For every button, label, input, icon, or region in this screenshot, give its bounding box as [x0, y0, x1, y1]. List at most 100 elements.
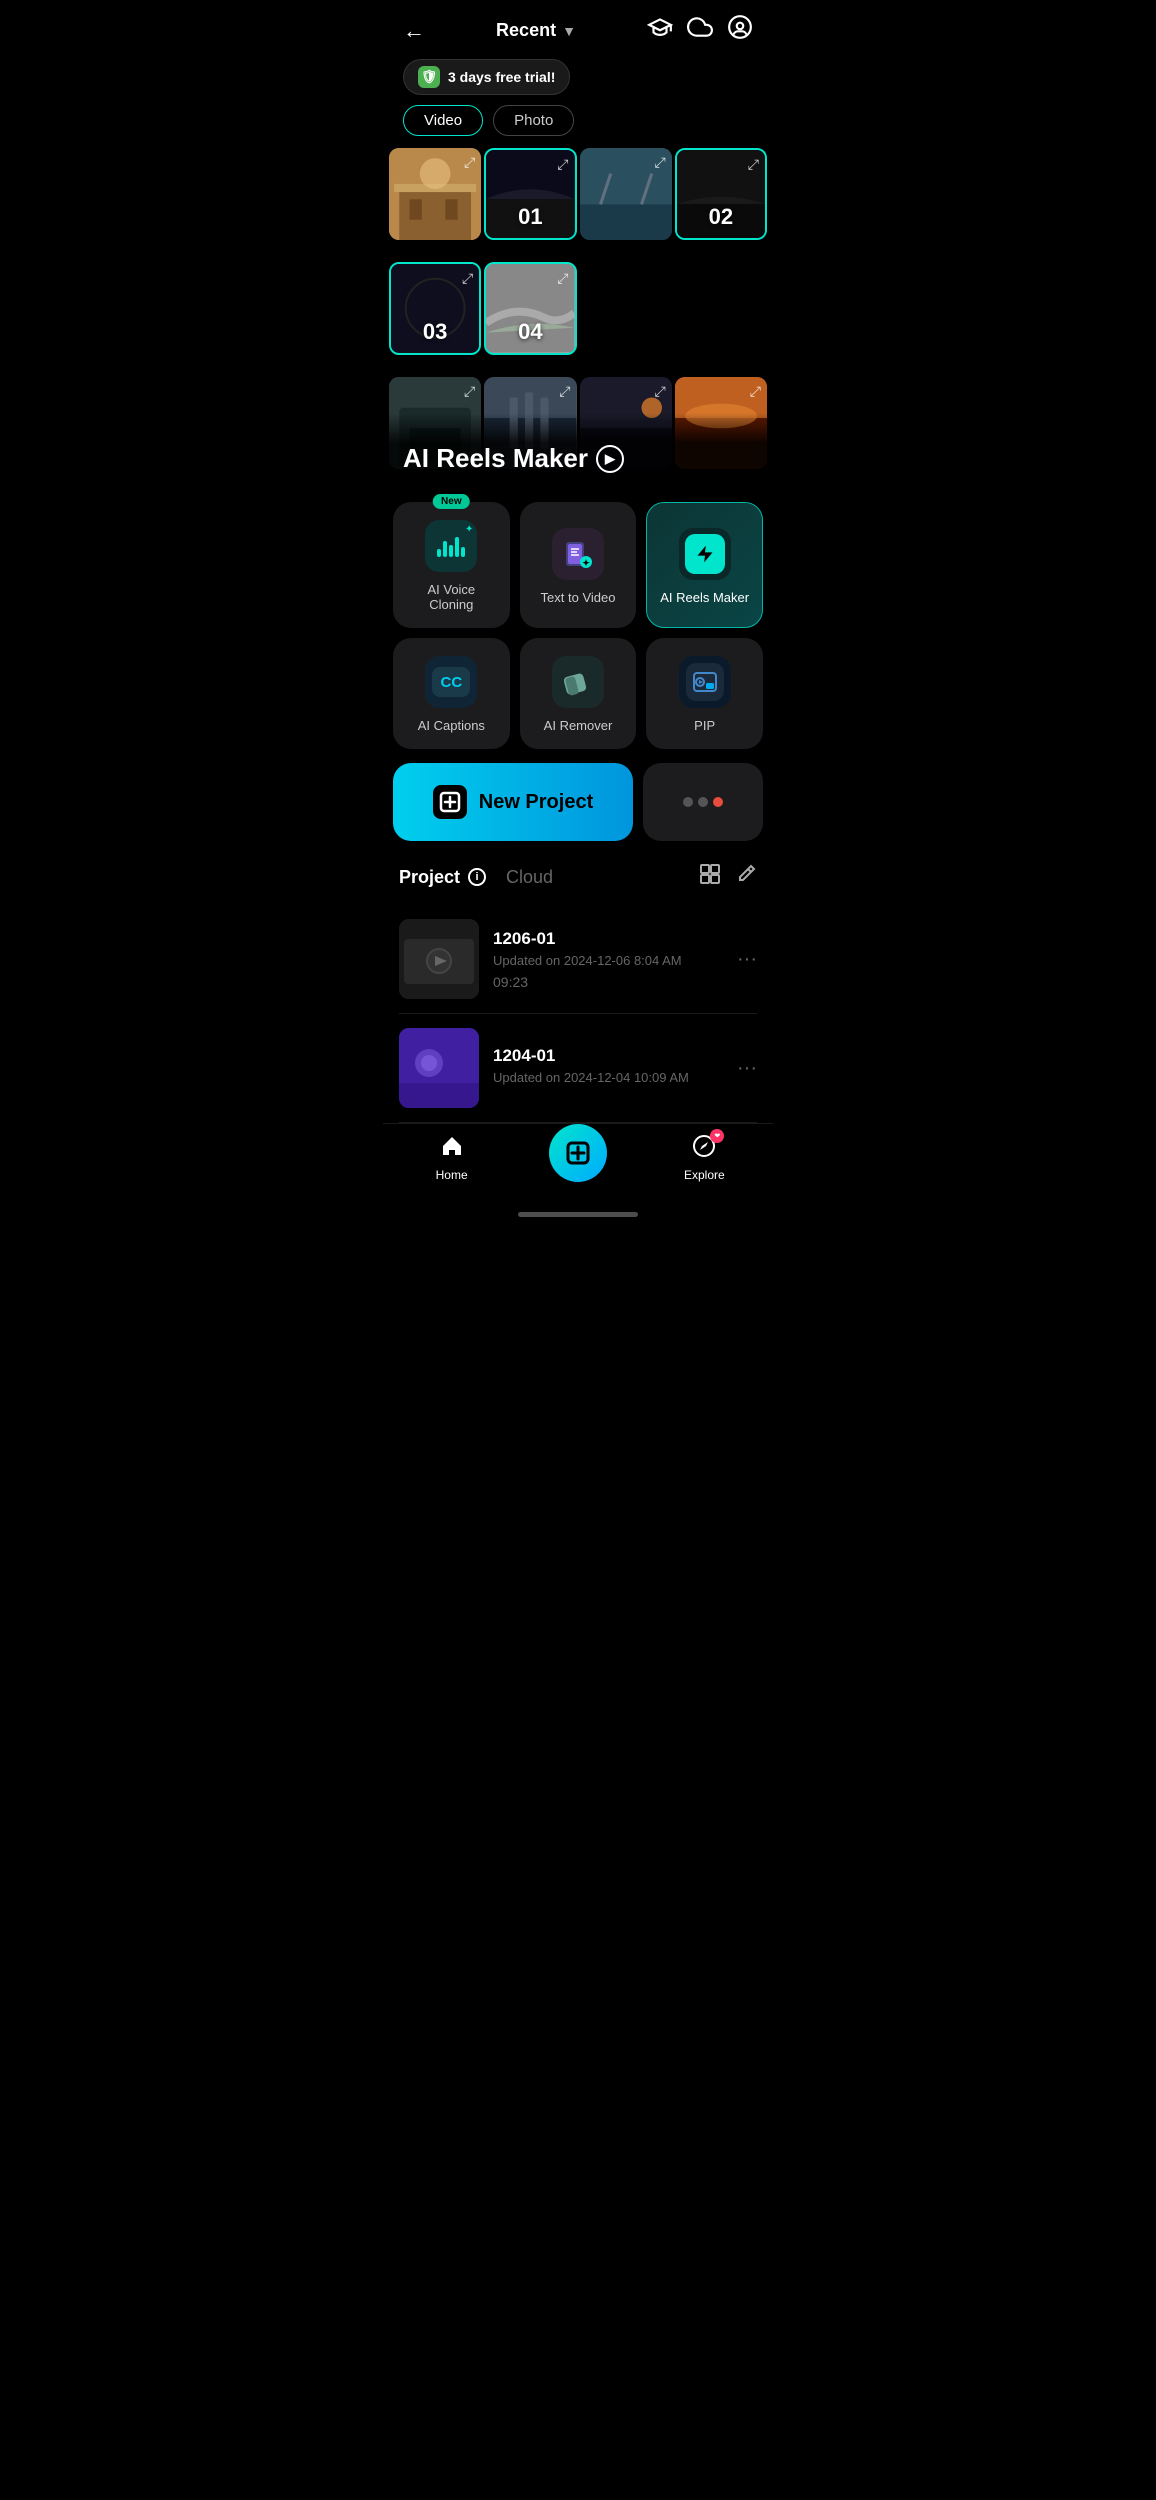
media-cell[interactable]: ⤢ [675, 377, 767, 469]
project-item[interactable]: 1206-01 Updated on 2024-12-06 8:04 AM 09… [399, 905, 757, 1014]
project-date: Updated on 2024-12-04 10:09 AM [493, 1070, 723, 1085]
new-project-icon [433, 785, 467, 819]
media-cell[interactable]: ⤢ [484, 377, 576, 469]
project-tabs: Project i Cloud [399, 867, 553, 888]
ai-reels-icon [679, 528, 731, 580]
project-item[interactable]: 1204-01 Updated on 2024-12-04 10:09 AM ·… [399, 1014, 757, 1123]
action-row: New Project [383, 759, 773, 853]
media-cell[interactable]: 03 ⤢ [389, 262, 481, 354]
cell-number: 03 [423, 319, 447, 345]
expand-icon: ⤢ [557, 270, 568, 287]
expand-icon: ⤢ [464, 154, 475, 171]
back-button[interactable]: ← [403, 18, 425, 44]
nav-explore[interactable]: ❤ Explore [664, 1134, 744, 1182]
project-duration: 09:23 [493, 974, 723, 990]
trial-banner[interactable]: 🛡 3 days free trial! [403, 59, 570, 95]
nav-home[interactable]: Home [412, 1134, 492, 1182]
new-project-button[interactable]: New Project [393, 763, 633, 841]
text-to-video-icon: ✦ [552, 528, 604, 580]
media-grid: ⤢ 01 ⤢ ⤢ 02 ⤢ 03 ⤢ 04 ⤢ [383, 148, 773, 488]
edit-icon[interactable] [735, 863, 757, 891]
project-name: 1206-01 [493, 929, 723, 949]
media-cell[interactable]: 04 ⤢ [484, 262, 576, 354]
project-tab-cloud[interactable]: Cloud [506, 867, 553, 888]
grid-view-icon[interactable] [699, 863, 721, 891]
graduation-icon[interactable] [647, 14, 673, 47]
expand-icon: ⤢ [748, 156, 759, 173]
project-header: Project i Cloud [399, 863, 757, 891]
expand-icon: ⤢ [559, 383, 570, 400]
project-date: Updated on 2024-12-06 8:04 AM [493, 953, 723, 968]
svg-text:✦: ✦ [582, 558, 590, 568]
project-thumbnail [399, 919, 479, 999]
ai-remover-icon [552, 656, 604, 708]
feature-voice-cloning[interactable]: New ✦ AI Voice Cloning [393, 502, 510, 628]
feature-ai-remover[interactable]: AI Remover [520, 638, 637, 749]
new-badge: New [433, 494, 470, 509]
love-badge: ❤ [710, 1129, 724, 1143]
chevron-down-icon: ▼ [562, 23, 576, 39]
more-card[interactable] [643, 763, 763, 841]
project-more-button[interactable]: ··· [737, 1057, 757, 1080]
info-icon: i [468, 868, 486, 886]
cell-number: 04 [518, 319, 542, 345]
expand-icon: ⤢ [462, 270, 473, 287]
dot-3 [713, 797, 723, 807]
project-name: 1204-01 [493, 1046, 723, 1066]
trial-icon: 🛡 [418, 66, 440, 88]
header-icons-group [647, 14, 753, 47]
project-list: 1206-01 Updated on 2024-12-06 8:04 AM 09… [399, 905, 757, 1123]
filter-tabs: Video Photo [383, 105, 773, 148]
expand-icon: ⤢ [655, 383, 666, 400]
media-cell[interactable]: ⤢ [580, 148, 672, 240]
feature-label: AI Captions [418, 718, 485, 733]
media-cell[interactable]: ⤢ [389, 148, 481, 240]
header-title-text: Recent [496, 20, 556, 41]
project-more-button[interactable]: ··· [737, 948, 757, 971]
new-project-label: New Project [479, 791, 593, 814]
app-header: ← Recent ▼ [383, 0, 773, 55]
feature-pip[interactable]: PIP [646, 638, 763, 749]
filter-tab-video[interactable]: Video [403, 105, 483, 136]
feature-grid: New ✦ AI Voice Cloning ✦ [383, 488, 773, 759]
nav-create-button[interactable] [549, 1124, 607, 1182]
home-indicator [518, 1212, 638, 1217]
feature-ai-reels[interactable]: AI Reels Maker [646, 502, 763, 628]
home-icon [440, 1134, 464, 1164]
header-title-area[interactable]: Recent ▼ [496, 20, 576, 41]
project-section: Project i Cloud [383, 853, 773, 1123]
nav-home-label: Home [436, 1168, 468, 1182]
bottom-nav: Home ❤ Explore [383, 1123, 773, 1206]
feature-text-to-video[interactable]: ✦ Text to Video [520, 502, 637, 628]
project-info: 1206-01 Updated on 2024-12-06 8:04 AM 09… [493, 929, 723, 990]
feature-label: AI Reels Maker [660, 590, 749, 605]
profile-icon[interactable] [727, 14, 753, 47]
project-tab-active[interactable]: Project [399, 867, 460, 888]
dot-2 [698, 797, 708, 807]
media-cell[interactable]: 01 ⤢ [484, 148, 576, 240]
expand-icon: ⤢ [750, 383, 761, 400]
feature-label: Text to Video [541, 590, 616, 605]
media-cell[interactable]: ⤢ [580, 377, 672, 469]
nav-explore-label: Explore [684, 1168, 725, 1182]
expand-icon: ⤢ [464, 383, 475, 400]
expand-icon: ⤢ [655, 154, 666, 171]
project-info: 1204-01 Updated on 2024-12-04 10:09 AM [493, 1046, 723, 1091]
voice-cloning-icon: ✦ [425, 520, 477, 572]
cloud-icon[interactable] [687, 14, 713, 47]
cell-number: 01 [518, 204, 542, 230]
feature-label: AI Voice Cloning [405, 582, 498, 612]
media-cell[interactable]: ⤢ [389, 377, 481, 469]
pip-icon [679, 656, 731, 708]
media-cell[interactable]: 02 ⤢ [675, 148, 767, 240]
feature-ai-captions[interactable]: CC AI Captions [393, 638, 510, 749]
sparkle-icon: ✦ [465, 524, 473, 535]
more-dots [683, 797, 723, 807]
ai-captions-icon: CC [425, 656, 477, 708]
dot-1 [683, 797, 693, 807]
project-actions [699, 863, 757, 891]
feature-label: AI Remover [544, 718, 613, 733]
cell-number: 02 [709, 204, 733, 230]
project-thumbnail [399, 1028, 479, 1108]
filter-tab-photo[interactable]: Photo [493, 105, 574, 136]
